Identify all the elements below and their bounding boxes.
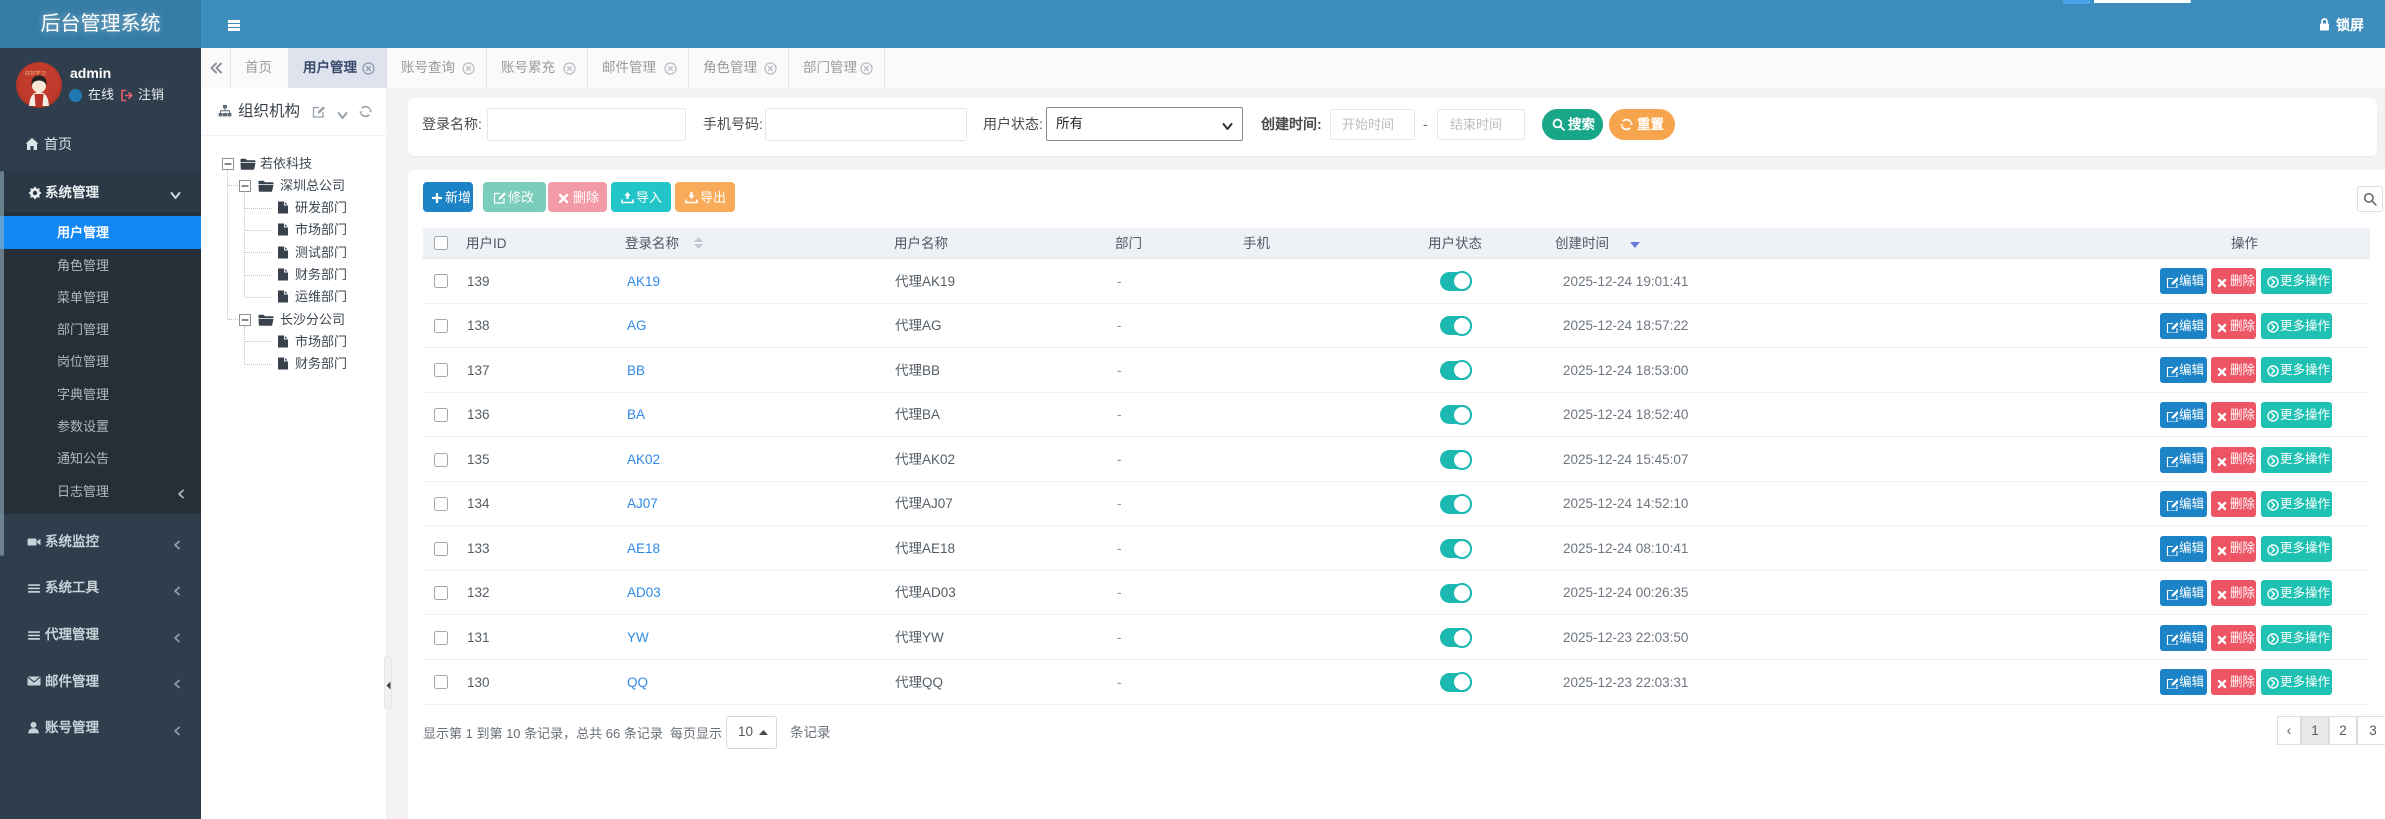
svg-text:好好学习: 好好学习 — [25, 69, 46, 77]
